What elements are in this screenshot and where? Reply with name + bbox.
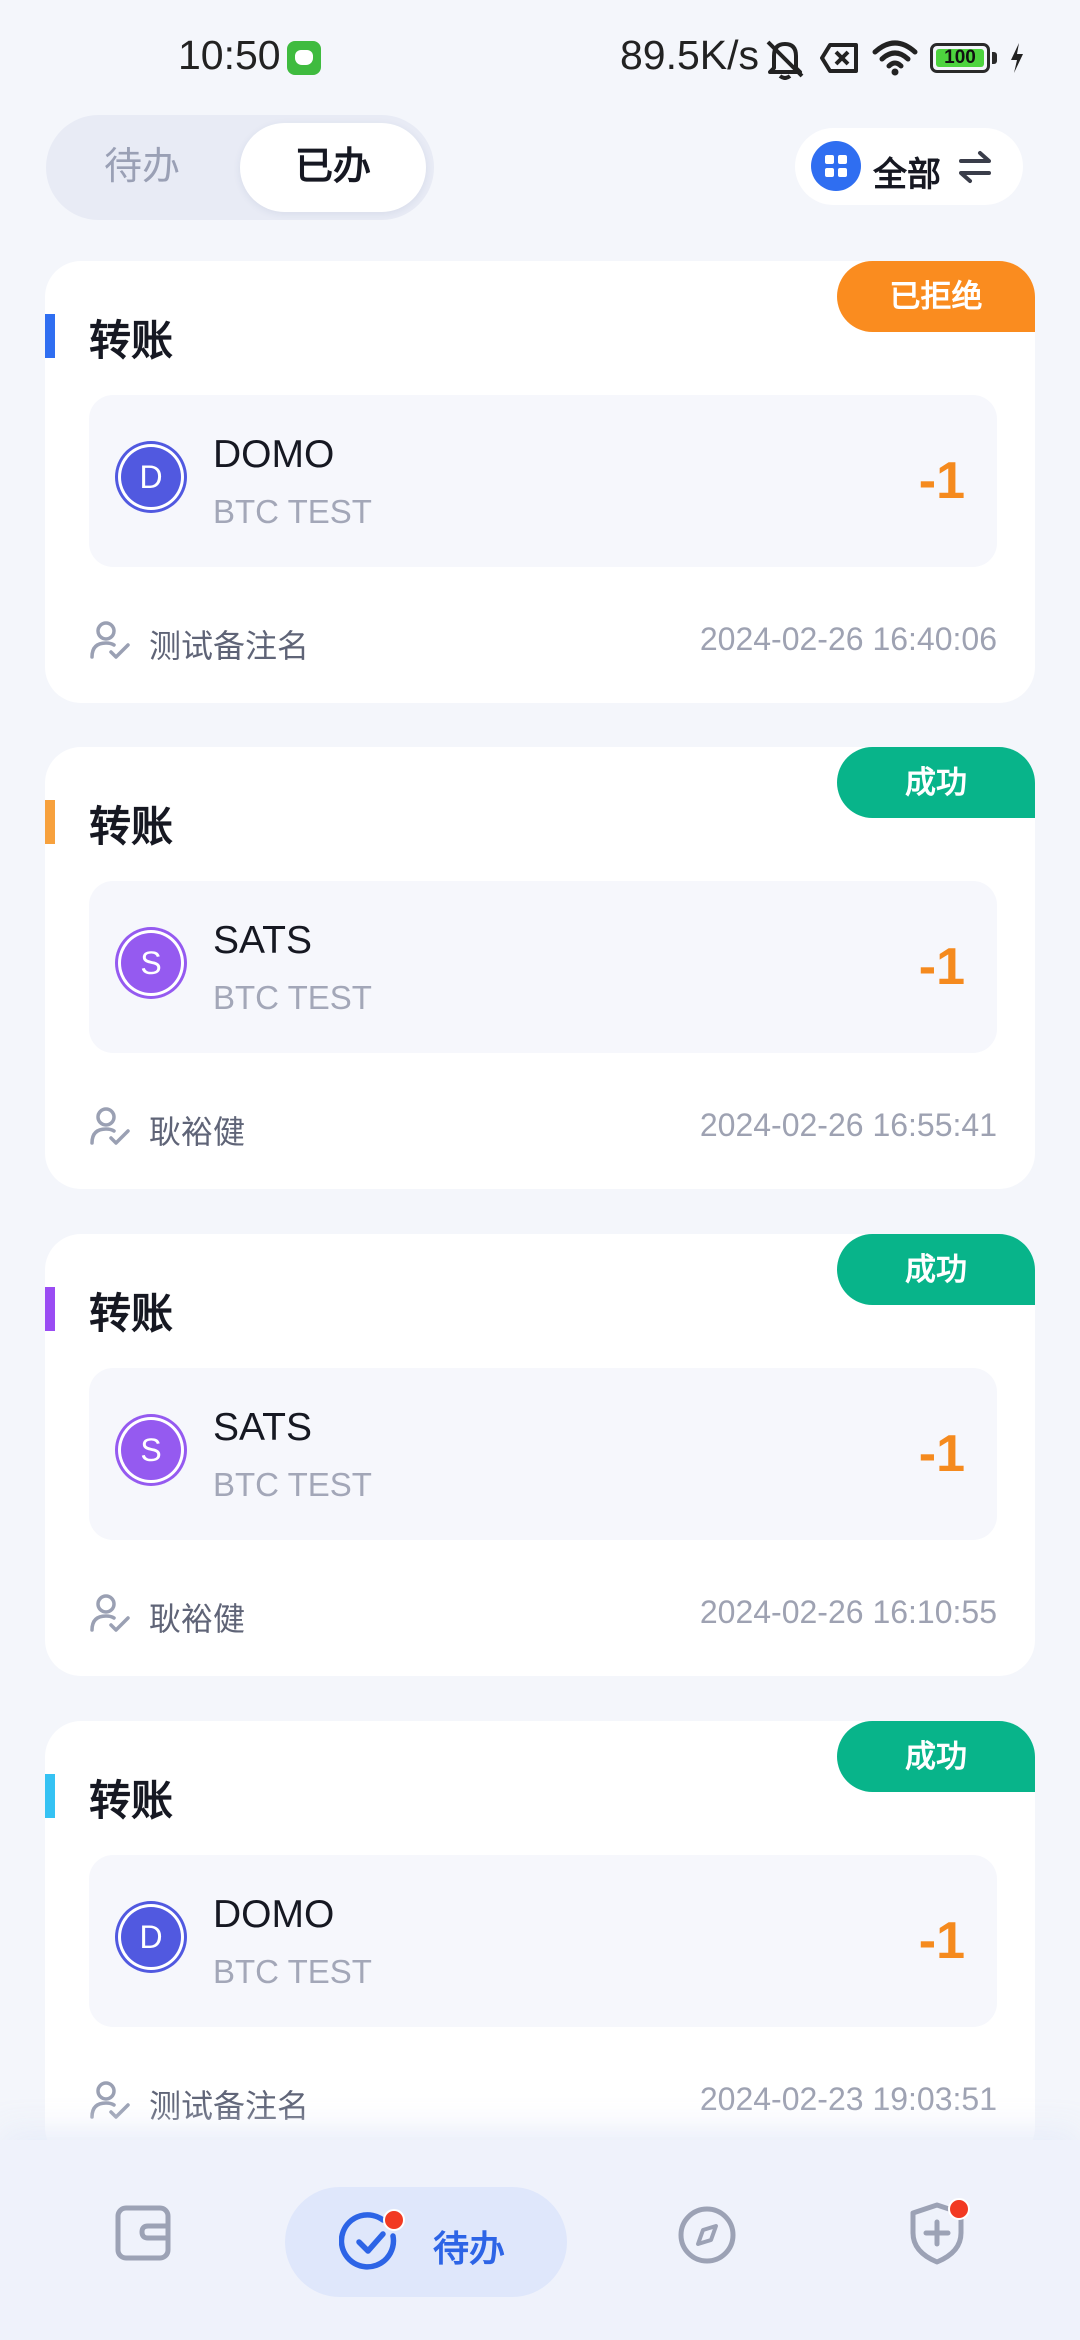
tab-done[interactable]: 已办 xyxy=(240,123,426,212)
bottom-nav: 待办 xyxy=(0,2140,1080,2340)
card-accent-bar xyxy=(45,1774,55,1818)
status-badge: 成功 xyxy=(837,747,1035,818)
timestamp: 2024-02-26 16:10:55 xyxy=(699,1594,997,1630)
timestamp: 2024-02-23 19:03:51 xyxy=(699,2081,997,2117)
remark-name: 耿裕健 xyxy=(149,1601,246,1637)
remark-name: 测试备注名 xyxy=(149,2088,310,2124)
nav-wallet[interactable] xyxy=(112,2202,174,2269)
card-footer: 耿裕健 2024-02-26 16:55:41 xyxy=(89,1101,997,1151)
status-time: 10:50 xyxy=(178,32,281,78)
status-badge: 已拒绝 xyxy=(837,261,1035,332)
amount: -1 xyxy=(918,938,965,996)
filter-dropdown[interactable]: 全部 xyxy=(795,128,1023,205)
user-check-icon xyxy=(89,1592,131,1639)
close-box-icon xyxy=(820,41,860,75)
task-card[interactable]: 转账 已拒绝 D DOMO BTC TEST -1 测试备注名 2024-02-… xyxy=(45,261,1035,703)
card-footer: 测试备注名 2024-02-23 19:03:51 xyxy=(89,2075,997,2125)
user-check-icon xyxy=(89,2079,131,2126)
task-card[interactable]: 转账 成功 S SATS BTC TEST -1 耿裕健 2024-02-26 … xyxy=(45,1234,1035,1676)
card-accent-bar xyxy=(45,314,55,358)
task-card[interactable]: 转账 成功 D DOMO BTC TEST -1 测试备注名 2024-02-2… xyxy=(45,1721,1035,2163)
user-check-icon xyxy=(89,1105,131,1152)
status-badge: 成功 xyxy=(837,1721,1035,1792)
asset-row: S SATS BTC TEST -1 xyxy=(89,881,997,1053)
amount: -1 xyxy=(918,1425,965,1483)
asset-name: DOMO xyxy=(213,1893,335,1936)
tab-pending[interactable]: 待办 xyxy=(54,123,230,212)
filter-label: 全部 xyxy=(873,156,941,194)
asset-network: BTC TEST xyxy=(213,493,372,530)
bell-muted-icon xyxy=(762,36,808,80)
asset-name: SATS xyxy=(213,919,312,962)
wifi-icon xyxy=(872,40,918,76)
app-notification-icon xyxy=(287,41,321,75)
asset-row: D DOMO BTC TEST -1 xyxy=(89,395,997,567)
amount: -1 xyxy=(918,452,965,510)
swap-icon xyxy=(955,149,995,190)
card-title: 转账 xyxy=(89,803,174,850)
user-check-icon xyxy=(89,619,131,666)
asset-row: S SATS BTC TEST -1 xyxy=(89,1368,997,1540)
notification-dot xyxy=(948,2198,970,2220)
asset-network: BTC TEST xyxy=(213,1953,372,1990)
nav-todo-label: 待办 xyxy=(433,2228,506,2269)
tab-switcher: 待办 已办 xyxy=(46,115,434,220)
coin-avatar: D xyxy=(121,1907,181,1967)
timestamp: 2024-02-26 16:40:06 xyxy=(699,621,997,657)
task-card[interactable]: 转账 成功 S SATS BTC TEST -1 耿裕健 2024-02-26 … xyxy=(45,747,1035,1189)
coin-avatar: S xyxy=(121,933,181,993)
card-accent-bar xyxy=(45,800,55,844)
nav-todo[interactable]: 待办 xyxy=(285,2187,567,2297)
asset-network: BTC TEST xyxy=(213,979,372,1016)
compass-icon xyxy=(676,2206,738,2270)
wallet-icon xyxy=(112,2205,174,2268)
amount: -1 xyxy=(918,1912,965,1970)
timestamp: 2024-02-26 16:55:41 xyxy=(699,1107,997,1143)
nav-security[interactable] xyxy=(906,2198,970,2271)
remark-name: 测试备注名 xyxy=(149,628,310,664)
card-title: 转账 xyxy=(89,1290,174,1337)
status-bar: 10:50 89.5K/s 100 xyxy=(0,0,1080,116)
card-title: 转账 xyxy=(89,1777,174,1824)
shield-plus-icon xyxy=(906,2202,968,2270)
coin-avatar: D xyxy=(121,447,181,507)
asset-network: BTC TEST xyxy=(213,1466,372,1503)
card-title: 转账 xyxy=(89,317,174,364)
network-speed: 89.5K/s xyxy=(620,32,760,78)
battery-icon: 100 xyxy=(930,43,990,73)
card-footer: 耿裕健 2024-02-26 16:10:55 xyxy=(89,1588,997,1638)
remark-name: 耿裕健 xyxy=(149,1114,246,1150)
card-accent-bar xyxy=(45,1287,55,1331)
status-icons: 100 xyxy=(762,36,1025,80)
coin-avatar: S xyxy=(121,1420,181,1480)
notification-dot xyxy=(383,2209,405,2231)
charging-icon xyxy=(1009,43,1025,73)
nav-discover[interactable] xyxy=(676,2204,738,2271)
asset-name: SATS xyxy=(213,1406,312,1449)
asset-name: DOMO xyxy=(213,433,335,476)
grid-icon xyxy=(811,141,861,191)
status-badge: 成功 xyxy=(837,1234,1035,1305)
battery-level: 100 xyxy=(944,47,976,68)
card-footer: 测试备注名 2024-02-26 16:40:06 xyxy=(89,615,997,665)
asset-row: D DOMO BTC TEST -1 xyxy=(89,1855,997,2027)
